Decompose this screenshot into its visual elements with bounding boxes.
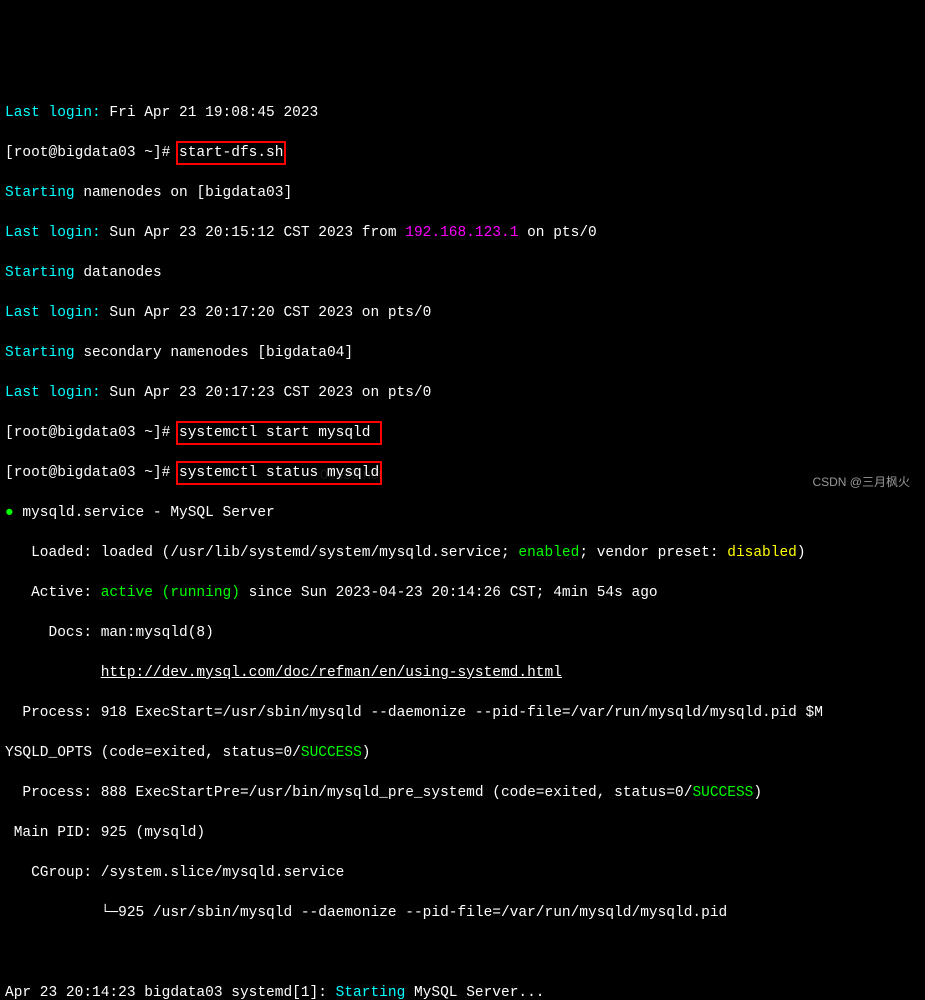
enabled: enabled — [518, 545, 579, 561]
text: Process: 918 ExecStart=/usr/sbin/mysqld … — [5, 705, 823, 721]
line-cgroup: CGroup: /system.slice/mysqld.service — [5, 863, 920, 883]
text: datanodes — [75, 265, 162, 281]
label: Last login: — [5, 105, 101, 121]
text-e: ) — [753, 785, 762, 801]
prompt: [root@bigdata03 ~]# — [5, 425, 179, 441]
line-prompt-start-dfs: [root@bigdata03 ~]# start-dfs.sh — [5, 143, 920, 163]
terminal-output[interactable]: Last login: Fri Apr 21 19:08:45 2023 [ro… — [5, 83, 920, 1000]
line-last-login-3: Last login: Sun Apr 23 20:17:20 CST 2023… — [5, 303, 920, 323]
faint-watermark: 04559.net — [320, 464, 382, 484]
text: secondary namenodes [bigdata04] — [75, 345, 353, 361]
pad — [5, 665, 101, 681]
text-a: Apr 23 20:14:23 bigdata03 systemd[1]: — [5, 985, 336, 1000]
line-loaded: Loaded: loaded (/usr/lib/systemd/system/… — [5, 543, 920, 563]
cmd-systemctl-start: systemctl start mysqld — [176, 421, 382, 445]
text-c: , status=0/ — [205, 745, 301, 761]
status: Starting — [5, 345, 75, 361]
csdn-watermark: CSDN @三月枫火 — [812, 472, 910, 492]
line-cgroup-child: └─925 /usr/sbin/mysqld --daemonize --pid… — [5, 903, 920, 923]
line-last-login-1: Last login: Fri Apr 21 19:08:45 2023 — [5, 103, 920, 123]
text-e: ) — [797, 545, 806, 561]
exited: exited — [545, 785, 597, 801]
line-last-login-4: Last login: Sun Apr 23 20:17:23 CST 2023… — [5, 383, 920, 403]
line-blank — [5, 943, 920, 963]
active-running: active (running) — [101, 585, 240, 601]
success: SUCCESS — [301, 745, 362, 761]
text-a: Loaded: loaded (/usr/lib/systemd/system/… — [5, 545, 518, 561]
text: mysqld.service - MySQL Server — [14, 505, 275, 521]
text-c: , status=0/ — [597, 785, 693, 801]
line-log-starting: Apr 23 20:14:23 bigdata03 systemd[1]: St… — [5, 983, 920, 1000]
success: SUCCESS — [692, 785, 753, 801]
ip-address: 192.168.123.1 — [405, 225, 518, 241]
line-prompt-systemctl-status: [root@bigdata03 ~]# systemctl status mys… — [5, 463, 920, 483]
text-c: since Sun 2023-04-23 20:14:26 CST; 4min … — [240, 585, 658, 601]
text: Docs: man:mysqld(8) — [5, 625, 214, 641]
line-starting-datanodes: Starting datanodes — [5, 263, 920, 283]
value: Sun Apr 23 20:15:12 CST 2023 from — [101, 225, 406, 241]
line-process-888: Process: 888 ExecStartPre=/usr/bin/mysql… — [5, 783, 920, 803]
text-c: MySQL Server... — [405, 985, 544, 1000]
line-service-header: ● mysqld.service - MySQL Server — [5, 503, 920, 523]
disabled: disabled — [727, 545, 797, 561]
line-starting-secondary: Starting secondary namenodes [bigdata04] — [5, 343, 920, 363]
prompt: [root@bigdata03 ~]# — [5, 465, 179, 481]
value: Sun Apr 23 20:17:23 CST 2023 on pts/0 — [101, 385, 432, 401]
url-link[interactable]: http://dev.mysql.com/doc/refman/en/using… — [101, 665, 562, 681]
text: namenodes on [bigdata03] — [75, 185, 293, 201]
line-prompt-systemctl-start: [root@bigdata03 ~]# systemctl start mysq… — [5, 423, 920, 443]
line-docs-url: http://dev.mysql.com/doc/refman/en/using… — [5, 663, 920, 683]
text: CGroup: /system.slice/mysqld.service — [5, 865, 344, 881]
label: Last login: — [5, 305, 101, 321]
line-process-918: Process: 918 ExecStart=/usr/sbin/mysqld … — [5, 703, 920, 723]
line-process-918b: YSQLD_OPTS (code=exited, status=0/SUCCES… — [5, 743, 920, 763]
status: Starting — [5, 265, 75, 281]
value: Fri Apr 21 19:08:45 2023 — [101, 105, 319, 121]
text-a: YSQLD_OPTS (code= — [5, 745, 153, 761]
text: Main PID: 925 (mysqld) — [5, 825, 205, 841]
text-c: ; vendor preset: — [579, 545, 727, 561]
bullet-icon: ● — [5, 505, 14, 521]
tail: on pts/0 — [518, 225, 596, 241]
text: └─925 /usr/sbin/mysqld --daemonize --pid… — [5, 905, 727, 921]
line-last-login-2: Last login: Sun Apr 23 20:15:12 CST 2023… — [5, 223, 920, 243]
text-e: ) — [362, 745, 371, 761]
label: Last login: — [5, 225, 101, 241]
status: Starting — [5, 185, 75, 201]
prompt: [root@bigdata03 ~]# — [5, 145, 179, 161]
value: Sun Apr 23 20:17:20 CST 2023 on pts/0 — [101, 305, 432, 321]
line-starting-namenodes: Starting namenodes on [bigdata03] — [5, 183, 920, 203]
line-docs: Docs: man:mysqld(8) — [5, 623, 920, 643]
exited: exited — [153, 745, 205, 761]
text-a: Process: 888 ExecStartPre=/usr/bin/mysql… — [5, 785, 545, 801]
line-active: Active: active (running) since Sun 2023-… — [5, 583, 920, 603]
text-a: Active: — [5, 585, 101, 601]
label: Last login: — [5, 385, 101, 401]
cmd-start-dfs: start-dfs.sh — [176, 141, 286, 165]
starting: Starting — [336, 985, 406, 1000]
line-main-pid: Main PID: 925 (mysqld) — [5, 823, 920, 843]
